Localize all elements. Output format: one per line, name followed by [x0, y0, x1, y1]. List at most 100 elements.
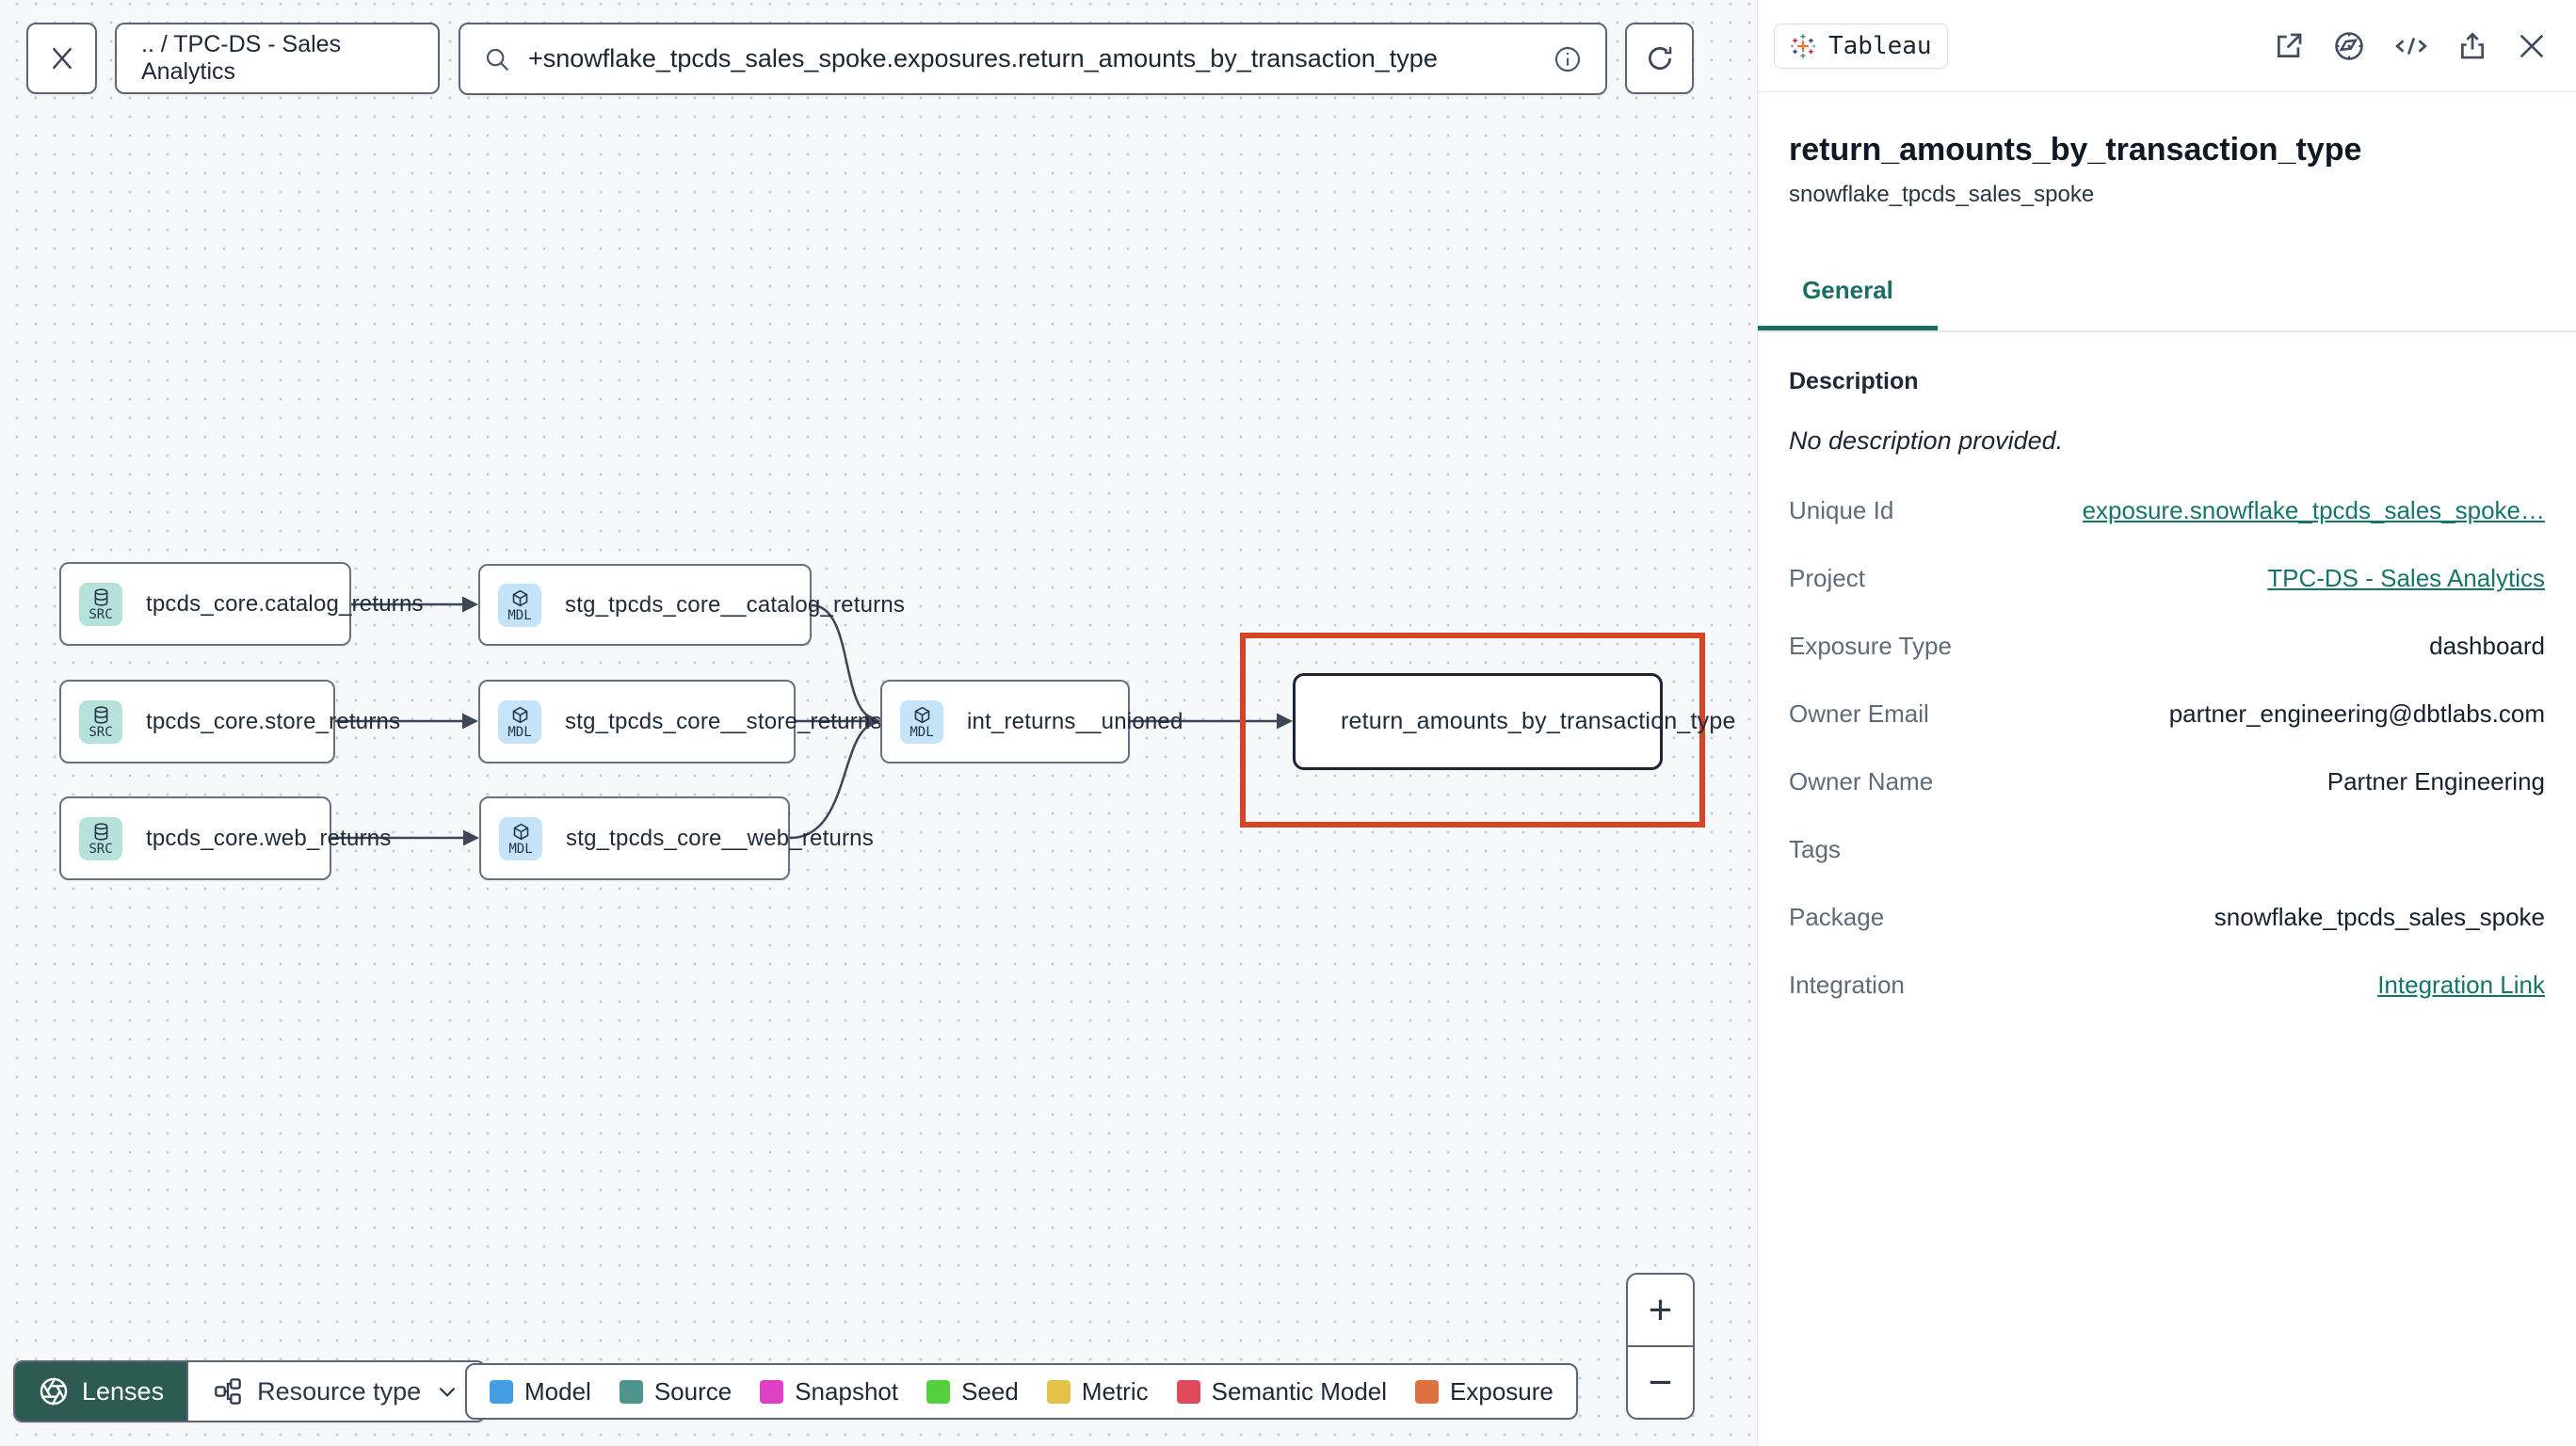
resource-tree-icon: [215, 1378, 241, 1405]
cube-icon: [513, 823, 528, 840]
seed-swatch: [926, 1379, 951, 1404]
node-source-store-returns[interactable]: SRC tpcds_core.store_returns: [59, 680, 400, 763]
field-row-owner-name: Owner Name Partner Engineering: [1789, 766, 2545, 795]
breadcrumb-label: .. / TPC-DS - Sales Analytics: [141, 31, 342, 85]
share-icon: [2461, 31, 2484, 58]
lineage-search: [459, 23, 1607, 95]
legend-item-metric: Metric: [1046, 1377, 1149, 1406]
database-icon: [94, 587, 107, 606]
info-icon[interactable]: [1553, 44, 1583, 74]
node-label: stg_tpcds_core__catalog_returns: [565, 591, 906, 618]
breadcrumb[interactable]: .. / TPC-DS - Sales Analytics: [115, 23, 440, 94]
description-label: Description: [1789, 368, 1919, 394]
cube-icon: [512, 706, 527, 723]
tabs-divider: [1758, 330, 2576, 332]
close-icon: [52, 47, 72, 70]
details-panel: Tableau return_amounts_by_transaction_ty…: [1757, 0, 2576, 1446]
close-icon: [2520, 34, 2544, 57]
field-row-unique-id: Unique Id exposure.snowflake_tpcds_sales…: [1789, 495, 2545, 525]
cube-icon: [512, 589, 527, 606]
search-input[interactable]: [528, 44, 1536, 73]
refresh-lineage-button[interactable]: [1625, 23, 1694, 94]
explore-lineage-button[interactable]: [2332, 29, 2366, 63]
node-label: stg_tpcds_core__store_returns: [565, 708, 882, 734]
package-value: snowflake_tpcds_sales_spoke: [2214, 902, 2545, 931]
node-exposure-return-amounts[interactable]: return_amounts_by_transaction_type: [1293, 673, 1735, 770]
database-icon: [94, 705, 107, 724]
owner-email-value: partner_engineering@dbtlabs.com: [2168, 699, 2545, 728]
legend-item-semantic-model: Semantic Model: [1176, 1377, 1387, 1406]
close-lineage-button[interactable]: [26, 23, 97, 94]
field-row-project: Project TPC-DS - Sales Analytics: [1789, 563, 2545, 593]
field-row-owner-email: Owner Email partner_engineering@dbtlabs.…: [1789, 699, 2545, 728]
panel-tabs: General: [1758, 276, 2576, 332]
zoom-out-button[interactable]: −: [1628, 1347, 1693, 1418]
unique-id-link[interactable]: exposure.snowflake_tpcds_sales_spoke…: [2083, 496, 2545, 525]
node-model-stg-catalog-returns[interactable]: MDL stg_tpcds_core__catalog_returns: [478, 564, 905, 646]
legend-item-source: Source: [619, 1377, 732, 1406]
zoom-controls: + −: [1626, 1273, 1695, 1420]
resource-title: return_amounts_by_transaction_type: [1789, 132, 2362, 168]
field-row-exposure-type: Exposure Type dashboard: [1789, 631, 2545, 660]
node-label: tpcds_core.web_returns: [146, 825, 392, 851]
field-row-tags: Tags: [1789, 834, 1841, 863]
lineage-canvas[interactable]: .. / TPC-DS - Sales Analytics SRC tpcds_…: [0, 0, 1757, 1446]
resource-type-dropdown[interactable]: Resource type: [186, 1362, 485, 1421]
node-source-catalog-returns[interactable]: SRC tpcds_core.catalog_returns: [59, 562, 424, 646]
field-row-package: Package snowflake_tpcds_sales_spoke: [1789, 902, 2545, 931]
panel-actions: [2273, 29, 2548, 63]
node-model-int-returns-unioned[interactable]: MDL int_returns__unioned: [880, 680, 1183, 763]
node-source-web-returns[interactable]: SRC tpcds_core.web_returns: [59, 796, 391, 880]
code-icon: [2395, 37, 2427, 55]
node-label: stg_tpcds_core__web_returns: [566, 825, 874, 851]
tableau-logo-icon: [1790, 33, 1816, 58]
model-badge: MDL: [900, 699, 943, 744]
refresh-icon: [1648, 47, 1671, 70]
source-swatch: [619, 1379, 643, 1404]
aperture-icon: [40, 1377, 68, 1406]
details-panel-header: Tableau: [1758, 0, 2576, 92]
external-link-icon: [2278, 33, 2302, 57]
source-badge: SRC: [79, 582, 122, 626]
open-external-button[interactable]: [2273, 30, 2305, 62]
snapshot-swatch: [760, 1379, 784, 1404]
zoom-in-button[interactable]: +: [1628, 1275, 1693, 1347]
integration-badge-label: Tableau: [1828, 31, 1932, 60]
model-badge: MDL: [498, 583, 541, 627]
lenses-label: Lenses: [82, 1376, 165, 1406]
lenses-button[interactable]: Lenses: [15, 1362, 187, 1421]
source-badge: SRC: [79, 699, 122, 744]
project-link[interactable]: TPC-DS - Sales Analytics: [2267, 564, 2545, 593]
node-label: int_returns__unioned: [967, 708, 1183, 734]
metric-swatch: [1046, 1379, 1071, 1404]
cube-icon: [914, 706, 929, 723]
resource-type-label: Resource type: [257, 1376, 422, 1406]
close-panel-button[interactable]: [2516, 30, 2548, 62]
legend-item-model: Model: [490, 1377, 591, 1406]
exposure-type-value: dashboard: [2429, 631, 2545, 660]
node-model-stg-web-returns[interactable]: MDL stg_tpcds_core__web_returns: [479, 796, 874, 880]
exposure-swatch: [1415, 1379, 1440, 1404]
compass-icon: [2335, 31, 2363, 60]
legend-item-seed: Seed: [926, 1377, 1019, 1406]
integration-link[interactable]: Integration Link: [2377, 971, 2545, 1000]
search-icon: [486, 48, 509, 71]
tableau-badge: Tableau: [1774, 23, 1948, 69]
owner-name-value: Partner Engineering: [2326, 766, 2545, 795]
lineage-explorer-window: .. / TPC-DS - Sales Analytics SRC tpcds_…: [0, 0, 2576, 1446]
share-button[interactable]: [2456, 30, 2488, 62]
node-label: return_amounts_by_transaction_type: [1341, 708, 1736, 734]
resource-type-legend: Model Source Snapshot Seed Metric Semant…: [465, 1363, 1578, 1420]
database-icon: [94, 822, 107, 841]
model-swatch: [490, 1379, 513, 1404]
tab-general[interactable]: General: [1758, 276, 1938, 330]
node-label: tpcds_core.store_returns: [146, 708, 401, 734]
resource-package-subtitle: snowflake_tpcds_sales_spoke: [1789, 182, 2095, 207]
legend-item-snapshot: Snapshot: [760, 1377, 898, 1406]
semantic-model-swatch: [1176, 1379, 1200, 1404]
view-code-button[interactable]: [2393, 30, 2429, 62]
node-model-stg-store-returns[interactable]: MDL stg_tpcds_core__store_returns: [478, 680, 881, 763]
legend-item-exposure: Exposure: [1415, 1377, 1554, 1406]
source-badge: SRC: [79, 816, 122, 860]
metadata-fields: Unique Id exposure.snowflake_tpcds_sales…: [1789, 476, 2545, 1019]
